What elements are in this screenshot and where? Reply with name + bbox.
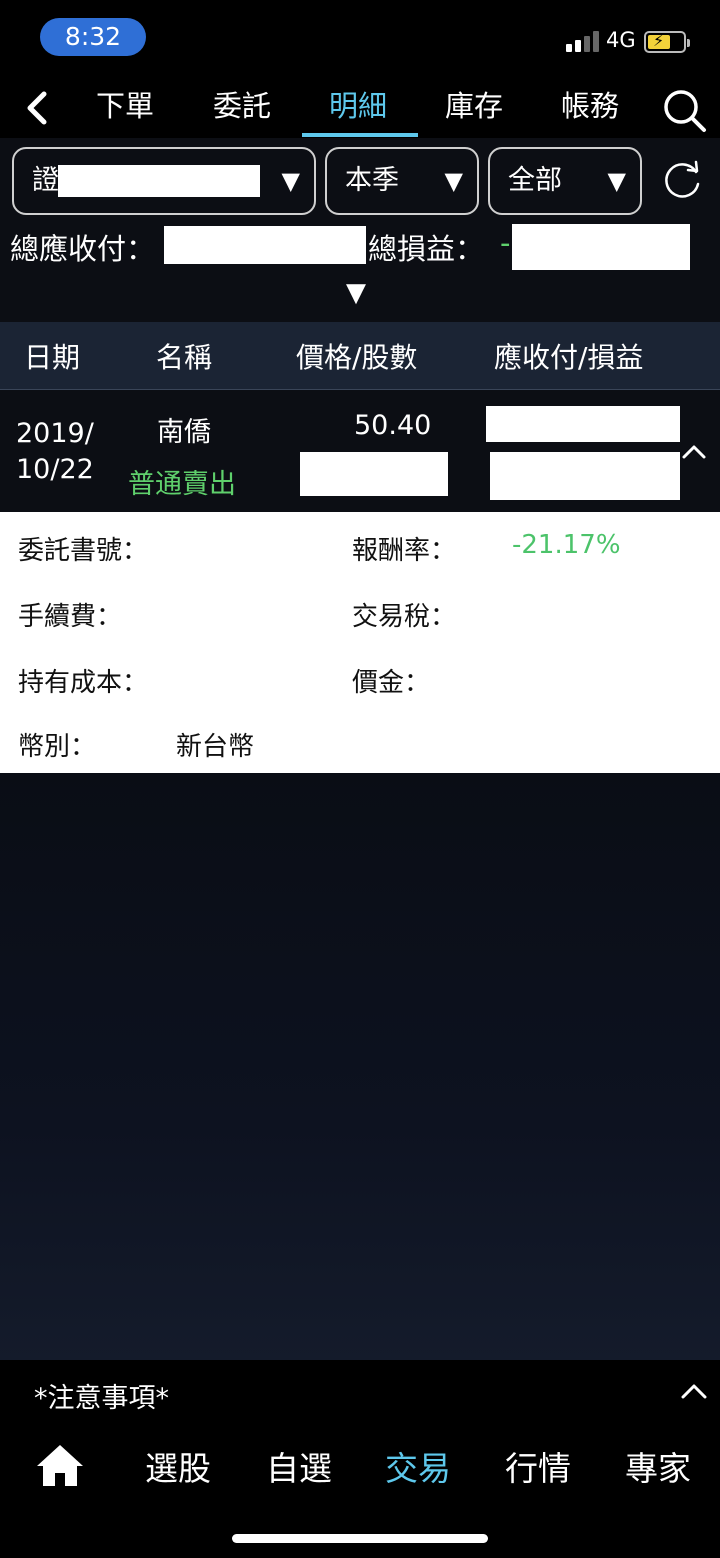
currency-value: 新台幣 xyxy=(176,732,255,762)
notice-text: *注意事項* xyxy=(34,1383,169,1414)
empty-list-area xyxy=(0,773,720,1360)
status-time: 8:32 xyxy=(40,18,146,56)
tab-order[interactable]: 下單 xyxy=(96,86,154,130)
period-dropdown[interactable]: 本季 ▼ xyxy=(325,147,479,215)
redacted-total-receivable xyxy=(164,226,366,264)
total-pnl-sign: - xyxy=(500,226,511,260)
tab-stock-picker[interactable]: 選股 xyxy=(145,1442,211,1490)
refresh-button[interactable] xyxy=(660,158,704,202)
total-receivable-label: 總應收付： xyxy=(10,232,156,266)
refresh-icon xyxy=(665,160,700,198)
dropdown-arrow-icon: ▼ xyxy=(281,167,300,195)
redacted-pnl xyxy=(490,452,680,500)
active-tab-indicator xyxy=(302,133,418,137)
row-price: 50.40 xyxy=(354,410,432,441)
tab-inventory[interactable]: 庫存 xyxy=(445,86,503,130)
cellular-signal-icon xyxy=(566,30,602,52)
redacted-shares xyxy=(300,452,448,496)
order-no-label: 委託書號： xyxy=(18,536,149,566)
col-receivable-pnl: 應收付/損益 xyxy=(494,341,644,374)
trade-detail-panel: 委託書號： 報酬率： -21.17% 手續費： 交易稅： 持有成本： 價金： 幣… xyxy=(0,512,720,773)
col-price-shares: 價格/股數 xyxy=(296,341,418,374)
search-icon xyxy=(664,90,706,132)
currency-label: 幣別： xyxy=(18,732,97,762)
tab-experts[interactable]: 專家 xyxy=(625,1442,691,1490)
network-type: 4G xyxy=(606,28,636,52)
redacted-receivable xyxy=(486,406,680,442)
account-dropdown[interactable]: 證 ▼ xyxy=(12,147,316,215)
return-rate-label: 報酬率： xyxy=(352,536,457,566)
home-icon xyxy=(37,1445,83,1486)
table-row[interactable]: 2019/ 10/22 南僑 普通賣出 50.40 xyxy=(0,390,720,512)
tab-accounts[interactable]: 帳務 xyxy=(561,86,619,130)
row-trade-type: 普通賣出 xyxy=(128,469,236,500)
tab-quotes[interactable]: 行情 xyxy=(505,1442,571,1490)
tab-home[interactable] xyxy=(34,1442,86,1488)
dropdown-arrow-icon: ▼ xyxy=(444,167,463,195)
account-prefix: 證 xyxy=(32,165,59,196)
search-button[interactable] xyxy=(660,86,708,134)
battery-icon: ⚡ xyxy=(644,31,690,53)
holding-cost-label: 持有成本： xyxy=(18,668,149,698)
redacted-total-pnl xyxy=(512,224,690,270)
col-name: 名稱 xyxy=(156,341,213,374)
tab-entrust[interactable]: 委託 xyxy=(213,86,271,130)
tab-details[interactable]: 明細 xyxy=(329,86,387,130)
chevron-up-icon[interactable] xyxy=(680,440,708,462)
scope-dropdown[interactable]: 全部 ▼ xyxy=(488,147,642,215)
return-rate-value: -21.17% xyxy=(512,530,621,560)
row-date-line1: 2019/ xyxy=(16,418,94,449)
total-pnl-label: 總損益： xyxy=(368,232,485,266)
status-bar: 8:32 4G ⚡ xyxy=(0,0,720,78)
chevron-up-icon[interactable] xyxy=(678,1378,710,1404)
expand-summary-button[interactable]: ▼ xyxy=(346,278,366,308)
fee-label: 手續費： xyxy=(18,602,123,632)
tab-trade[interactable]: 交易 xyxy=(385,1442,451,1490)
row-stock-name: 南僑 xyxy=(157,417,211,448)
tab-watchlist[interactable]: 自選 xyxy=(266,1442,332,1490)
dropdown-arrow-icon: ▼ xyxy=(607,167,626,195)
row-date-line2: 10/22 xyxy=(16,454,94,485)
chevron-left-icon xyxy=(27,91,47,125)
redacted-account xyxy=(58,165,260,197)
top-nav: 下單 委託 明細 庫存 帳務 xyxy=(0,78,720,138)
amount-label: 價金： xyxy=(352,668,431,698)
notice-bar[interactable]: *注意事項* xyxy=(0,1360,720,1424)
home-indicator xyxy=(232,1534,488,1543)
tax-label: 交易稅： xyxy=(352,602,457,632)
col-date: 日期 xyxy=(24,341,81,374)
back-button[interactable] xyxy=(18,86,58,130)
period-value: 本季 xyxy=(345,165,399,196)
table-header: 日期 名稱 價格/股數 應收付/損益 xyxy=(0,322,720,390)
filter-area: 證 ▼ 本季 ▼ 全部 ▼ 總應收付： 總損益： - ▼ xyxy=(0,138,720,322)
scope-value: 全部 xyxy=(508,165,562,196)
